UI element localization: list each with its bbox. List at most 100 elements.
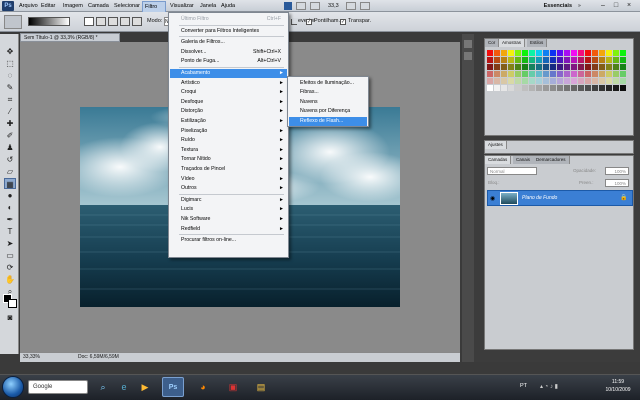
bridge-icon[interactable]	[284, 2, 292, 10]
submenu-item[interactable]: Fibras...	[289, 88, 367, 97]
path-select-tool-icon[interactable]: ➤	[4, 238, 16, 249]
angle-gradient-icon[interactable]	[108, 17, 118, 26]
swatch[interactable]	[522, 78, 528, 84]
swatch[interactable]	[529, 57, 535, 63]
filter-menu-item[interactable]: Artístico ►	[170, 79, 287, 88]
lasso-tool-icon[interactable]: ◌	[4, 70, 16, 81]
swatch[interactable]	[494, 64, 500, 70]
visibility-eye-icon[interactable]: ◉	[490, 195, 495, 202]
swatch[interactable]	[536, 64, 542, 70]
tool-preset-icon[interactable]	[4, 15, 22, 29]
tray-icons[interactable]: ▴ ◔ ♪ ▮	[540, 383, 558, 390]
ie-icon[interactable]: e	[113, 377, 135, 397]
swatch[interactable]	[508, 64, 514, 70]
folder-icon[interactable]: ▤	[250, 377, 272, 397]
tab-ajustes[interactable]: Ajustes	[485, 141, 507, 149]
gradient-tool-icon[interactable]: ▦	[4, 178, 16, 189]
hand-icon[interactable]	[310, 2, 320, 10]
menu-janela[interactable]: Janela	[198, 0, 218, 12]
document-tab[interactable]: Sem Título-1 @ 33,3% (RGB/8) *	[20, 33, 120, 42]
tab-canais[interactable]: Canais	[513, 156, 535, 164]
shape-tool-icon[interactable]: ▭	[4, 250, 16, 261]
swatch[interactable]	[550, 64, 556, 70]
swatch[interactable]	[571, 71, 577, 77]
filter-menu-item[interactable]: Traçados de Pincel ►	[170, 165, 287, 174]
swatch[interactable]	[599, 71, 605, 77]
filter-menu-item[interactable]: Procurar filtros on-line...	[170, 236, 287, 245]
swatch[interactable]	[557, 71, 563, 77]
grid-icon[interactable]	[296, 2, 306, 10]
dither-checkbox[interactable]: ✓	[306, 19, 312, 25]
swatch[interactable]	[501, 71, 507, 77]
swatch[interactable]	[557, 64, 563, 70]
background-color-swatch[interactable]	[8, 299, 17, 308]
swatch[interactable]	[529, 50, 535, 56]
swatch[interactable]	[585, 71, 591, 77]
swatch[interactable]	[592, 78, 598, 84]
swatch[interactable]	[578, 78, 584, 84]
swatch[interactable]	[494, 78, 500, 84]
menu-camada[interactable]: Camada	[86, 0, 111, 12]
swatch[interactable]	[543, 57, 549, 63]
brush-tool-icon[interactable]: ✐	[4, 130, 16, 141]
swatch[interactable]	[564, 85, 570, 91]
swatch[interactable]	[501, 85, 507, 91]
diamond-gradient-icon[interactable]	[132, 17, 142, 26]
swatch[interactable]	[620, 64, 626, 70]
filter-menu-item[interactable]: Ponto de Fuga... Alt+Ctrl+V	[170, 57, 287, 66]
swatch[interactable]	[550, 50, 556, 56]
filter-menu-item[interactable]: Converter para Filtros Inteligentes	[170, 27, 287, 36]
eyedropper-tool-icon[interactable]: ⁄	[4, 106, 16, 117]
swatch[interactable]	[613, 85, 619, 91]
swatch[interactable]	[543, 85, 549, 91]
swatch[interactable]	[529, 85, 535, 91]
swatch[interactable]	[599, 64, 605, 70]
fill-field[interactable]: 100%	[605, 179, 629, 187]
swatch[interactable]	[620, 85, 626, 91]
filter-menu-item[interactable]: Vídeo ►	[170, 175, 287, 184]
swatch[interactable]	[536, 78, 542, 84]
history-panel-icon[interactable]	[464, 40, 472, 48]
swatch[interactable]	[606, 64, 612, 70]
swatch[interactable]	[585, 78, 591, 84]
swatch[interactable]	[515, 57, 521, 63]
filter-menu-item[interactable]: Galeria de Filtros...	[170, 38, 287, 47]
swatch[interactable]	[494, 57, 500, 63]
pen-tool-icon[interactable]: ✒	[4, 214, 16, 225]
clock[interactable]: 11:59 10/10/2009	[600, 378, 636, 396]
hand-tool-icon[interactable]: ✋	[4, 274, 16, 285]
swatch[interactable]	[613, 78, 619, 84]
zoom-level[interactable]: 33,3	[328, 0, 339, 12]
menu-ajuda[interactable]: Ajuda	[219, 0, 237, 12]
swatch[interactable]	[508, 85, 514, 91]
swatch[interactable]	[515, 85, 521, 91]
swatch[interactable]	[557, 78, 563, 84]
filter-menu-item[interactable]: Lucis ►	[170, 205, 287, 214]
swatch[interactable]	[592, 57, 598, 63]
swatch[interactable]	[564, 50, 570, 56]
search-icon[interactable]: ⌕	[92, 377, 114, 397]
swatch[interactable]	[543, 71, 549, 77]
swatch[interactable]	[578, 64, 584, 70]
swatch[interactable]	[613, 50, 619, 56]
swatch[interactable]	[585, 50, 591, 56]
swatch[interactable]	[571, 50, 577, 56]
swatch[interactable]	[550, 57, 556, 63]
marquee-tool-icon[interactable]: ⬚	[4, 58, 16, 69]
menu-arquivo[interactable]: Arquivo	[17, 0, 40, 12]
filter-menu-item[interactable]: Acabamento ►	[170, 69, 287, 78]
swatch[interactable]	[487, 78, 493, 84]
swatch[interactable]	[599, 85, 605, 91]
swatch[interactable]	[585, 85, 591, 91]
menu-selecionar[interactable]: Selecionar	[112, 0, 142, 12]
swatch[interactable]	[515, 50, 521, 56]
swatch[interactable]	[543, 64, 549, 70]
swatch[interactable]	[494, 50, 500, 56]
quick-select-tool-icon[interactable]: ✎	[4, 82, 16, 93]
swatch[interactable]	[522, 57, 528, 63]
screen-mode-icon[interactable]	[360, 2, 370, 10]
swatch[interactable]	[578, 85, 584, 91]
search-box[interactable]: Google	[28, 380, 88, 394]
radial-gradient-icon[interactable]	[96, 17, 106, 26]
swatch[interactable]	[620, 78, 626, 84]
